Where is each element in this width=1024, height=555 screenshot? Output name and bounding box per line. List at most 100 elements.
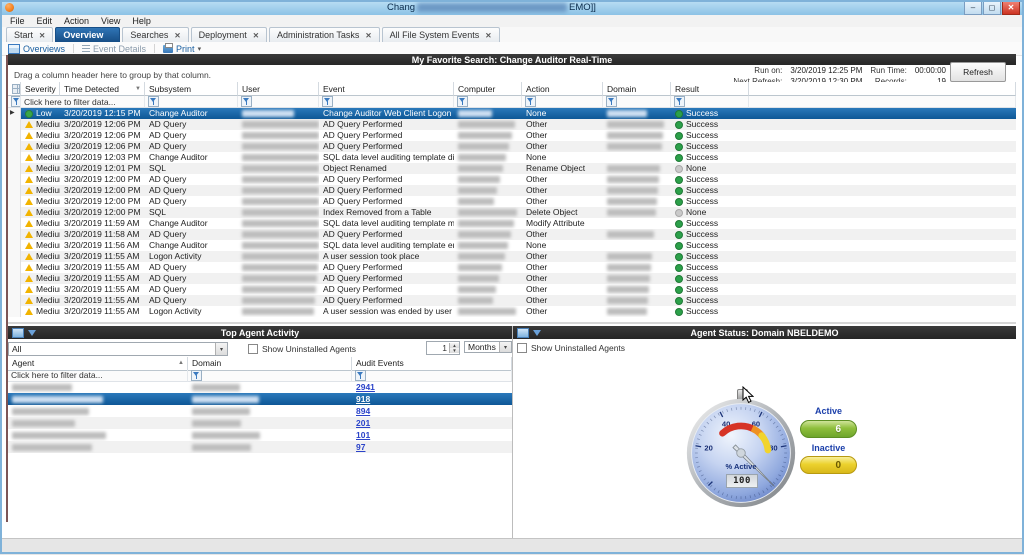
event-row[interactable]: Medium3/20/2019 11:55 AMLogon ActivityA … — [8, 251, 1016, 262]
filter-funnel-icon[interactable] — [11, 96, 21, 107]
close-tab-icon[interactable]: ✕ — [253, 31, 259, 40]
event-row[interactable]: Medium3/20/2019 11:56 AMChange AuditorSQ… — [8, 240, 1016, 251]
event-row[interactable]: Medium3/20/2019 12:00 PMAD QueryAD Query… — [8, 185, 1016, 196]
column-header-severity[interactable]: Severity — [21, 82, 60, 96]
overviews-button[interactable]: Overviews — [8, 44, 65, 54]
event-grid-filter-row[interactable]: Click here to filter data... — [8, 96, 1016, 108]
agent-row[interactable]: 97 — [8, 441, 512, 453]
event-row[interactable]: Medium3/20/2019 11:59 AMChange AuditorSQ… — [8, 218, 1016, 229]
print-dropdown-icon[interactable]: ▾ — [198, 45, 202, 53]
event-row[interactable]: Medium3/20/2019 12:06 PMAD QueryAD Query… — [8, 130, 1016, 141]
horizontal-splitter[interactable] — [8, 322, 1016, 324]
tab-start[interactable]: Start✕ — [6, 27, 53, 42]
panel-print-icon[interactable] — [12, 328, 24, 338]
event-row[interactable]: Medium3/20/2019 12:00 PMAD QueryAD Query… — [8, 196, 1016, 207]
audit-events-link[interactable]: 97 — [356, 441, 365, 453]
agent-table-filter-row[interactable]: Click here to filter data... — [8, 370, 512, 381]
agent-column-header-audit-events[interactable]: Audit Events — [352, 357, 512, 371]
minimize-button[interactable]: – — [964, 1, 982, 15]
event-row[interactable]: Medium3/20/2019 12:06 PMAD QueryAD Query… — [8, 141, 1016, 152]
event-row[interactable]: Medium3/20/2019 11:55 AMAD QueryAD Query… — [8, 273, 1016, 284]
column-header-user[interactable]: User — [238, 82, 319, 96]
tab-all-file-system-events[interactable]: All File System Events✕ — [382, 27, 500, 42]
event-row[interactable]: Medium3/20/2019 12:06 PMAD QueryAD Query… — [8, 119, 1016, 130]
filter-cell[interactable] — [522, 96, 603, 108]
filter-funnel-icon[interactable] — [606, 96, 617, 107]
period-spinner[interactable]: 1 ▲▼ — [426, 341, 460, 355]
audit-events-link[interactable]: 101 — [356, 429, 370, 441]
filter-cell[interactable] — [238, 96, 319, 108]
tab-searches[interactable]: Searches✕ — [122, 27, 188, 42]
filter-funnel-icon[interactable] — [322, 96, 333, 107]
event-row[interactable]: Medium3/20/2019 12:01 PMSQLObject Rename… — [8, 163, 1016, 174]
filter-funnel-icon[interactable] — [525, 96, 536, 107]
event-row[interactable]: Medium3/20/2019 11:55 AMAD QueryAD Query… — [8, 262, 1016, 273]
filter-funnel-icon[interactable] — [457, 96, 468, 107]
menu-item-action[interactable]: Action — [58, 16, 95, 26]
menu-item-file[interactable]: File — [4, 16, 31, 26]
period-unit-combo[interactable]: Months ▾ — [464, 341, 512, 353]
agent-row[interactable]: 201 — [8, 417, 512, 429]
active-count-button[interactable]: 6 — [800, 420, 857, 438]
event-row[interactable]: Medium3/20/2019 12:00 PMAD QueryAD Query… — [8, 174, 1016, 185]
period-unit-dropdown-icon[interactable]: ▾ — [499, 342, 511, 352]
maximize-button[interactable]: ◻ — [983, 1, 1001, 15]
column-header-domain[interactable]: Domain — [603, 82, 671, 96]
event-row[interactable]: Medium3/20/2019 11:55 AMLogon ActivityA … — [8, 306, 1016, 317]
column-header-time-detected[interactable]: Time Detected▼ — [60, 82, 145, 96]
column-header-computer[interactable]: Computer — [454, 82, 522, 96]
agent-column-header-agent[interactable]: Agent▲ — [8, 357, 188, 371]
agent-filter-dropdown-icon[interactable]: ▾ — [215, 343, 227, 355]
audit-events-link[interactable]: 201 — [356, 417, 370, 429]
filter-cell[interactable] — [603, 96, 671, 108]
filter-cell[interactable] — [319, 96, 454, 108]
audit-events-link[interactable]: 918 — [356, 393, 370, 405]
menu-item-edit[interactable]: Edit — [31, 16, 59, 26]
close-button[interactable]: ✕ — [1002, 1, 1020, 15]
column-header-action[interactable]: Action — [522, 82, 603, 96]
filter-cell[interactable] — [145, 96, 238, 108]
agent-row[interactable]: 918 — [8, 393, 512, 405]
filter-funnel-icon[interactable] — [241, 96, 252, 107]
filter-funnel-icon[interactable] — [191, 370, 202, 381]
close-tab-icon[interactable]: ✕ — [485, 31, 491, 40]
column-header-result[interactable]: Result — [671, 82, 749, 96]
tab-deployment[interactable]: Deployment✕ — [191, 27, 267, 42]
filter-cell[interactable] — [454, 96, 522, 108]
close-tab-icon[interactable]: ✕ — [365, 31, 371, 40]
filter-funnel-icon[interactable] — [355, 370, 366, 381]
event-row[interactable]: Medium3/20/2019 12:00 PMSQLIndex Removed… — [8, 207, 1016, 218]
event-details-button[interactable]: Event Details — [82, 44, 146, 54]
tab-overview[interactable]: Overview — [55, 27, 120, 42]
column-header-subsystem[interactable]: Subsystem — [145, 82, 238, 96]
agent-column-header-domain[interactable]: Domain — [188, 357, 352, 371]
agent-row[interactable]: 101 — [8, 429, 512, 441]
column-header-event[interactable]: Event — [319, 82, 454, 96]
close-tab-icon[interactable]: ✕ — [39, 31, 45, 40]
audit-events-link[interactable]: 2941 — [356, 381, 375, 393]
print-button[interactable]: Print ▾ — [163, 44, 201, 54]
tab-administration-tasks[interactable]: Administration Tasks✕ — [269, 27, 380, 42]
event-row[interactable]: ▶Low3/20/2019 12:15 PMChange AuditorChan… — [8, 108, 1016, 119]
panel-filter-icon[interactable] — [28, 330, 36, 336]
audit-events-link[interactable]: 894 — [356, 405, 370, 417]
status-show-uninstalled-checkbox[interactable] — [517, 343, 527, 353]
filter-hint-cell[interactable]: Click here to filter data... — [21, 96, 145, 108]
agent-filter-combo[interactable]: All ▾ — [8, 342, 228, 356]
event-row[interactable]: Medium3/20/2019 11:58 AMAD QueryAD Query… — [8, 229, 1016, 240]
event-row[interactable]: Medium3/20/2019 11:55 AMAD QueryAD Query… — [8, 284, 1016, 295]
close-tab-icon[interactable]: ✕ — [174, 31, 180, 40]
panel-filter-icon[interactable] — [533, 330, 541, 336]
agent-row[interactable]: 894 — [8, 405, 512, 417]
refresh-button[interactable]: Refresh — [950, 62, 1006, 82]
filter-funnel-icon[interactable] — [674, 96, 685, 107]
menu-item-view[interactable]: View — [95, 16, 126, 26]
menu-item-help[interactable]: Help — [126, 16, 157, 26]
filter-cell[interactable] — [671, 96, 749, 108]
event-row[interactable]: Medium3/20/2019 12:03 PMChange AuditorSQ… — [8, 152, 1016, 163]
group-by-hint[interactable]: Drag a column header here to group by th… — [14, 70, 211, 80]
show-uninstalled-checkbox[interactable] — [248, 344, 258, 354]
filter-funnel-icon[interactable] — [148, 96, 159, 107]
panel-print-icon[interactable] — [517, 328, 529, 338]
event-row[interactable]: Medium3/20/2019 11:55 AMAD QueryAD Query… — [8, 295, 1016, 306]
